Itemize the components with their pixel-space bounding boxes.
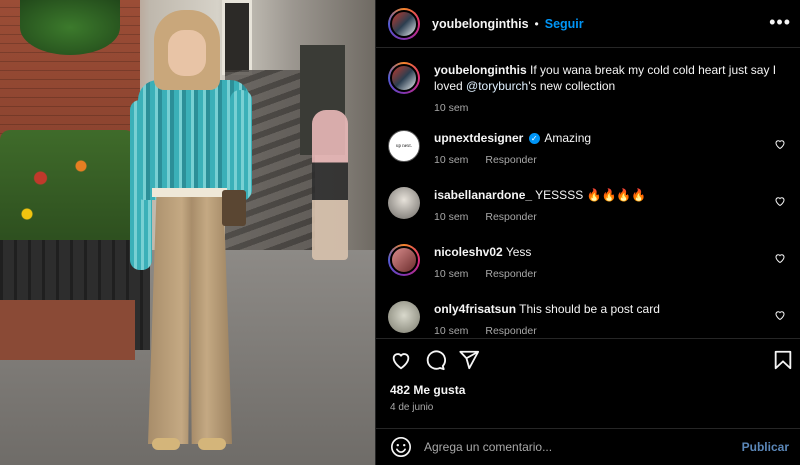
comment-username[interactable]: only4frisatsun xyxy=(434,302,516,316)
comment-meta: 10 sem Responder xyxy=(434,211,764,223)
comments-list[interactable]: youbelonginthis If you wana break my col… xyxy=(376,48,800,338)
comment-text: nicoleshv02 Yess xyxy=(434,244,764,260)
comment-input[interactable] xyxy=(424,440,724,454)
caption-mention[interactable]: @toryburch xyxy=(466,79,528,93)
comment-body: YESSSS 🔥🔥🔥🔥 xyxy=(535,188,647,202)
like-comment-heart-icon[interactable] xyxy=(774,195,786,207)
comment-avatar[interactable]: up next. xyxy=(388,130,420,162)
person-face xyxy=(168,30,206,76)
person-right-arm xyxy=(230,90,252,200)
verified-badge-icon: ✓ xyxy=(528,133,540,145)
post-header: youbelonginthis • Seguir ••• xyxy=(376,0,800,48)
comment-meta: 10 sem Responder xyxy=(434,325,764,337)
reply-button[interactable]: Responder xyxy=(485,211,536,223)
caption-username[interactable]: youbelonginthis xyxy=(434,63,527,77)
comment-avatar[interactable] xyxy=(388,187,420,219)
more-options-icon[interactable]: ••• xyxy=(769,12,791,32)
publish-button[interactable]: Publicar xyxy=(742,440,789,454)
comment-composer: Publicar xyxy=(376,428,800,465)
comment-row: nicoleshv02 Yess 10 sem Responder xyxy=(388,244,798,280)
flower-planter xyxy=(0,130,135,250)
caption-time[interactable]: 10 sem xyxy=(434,102,468,114)
emoji-icon[interactable] xyxy=(390,436,412,458)
comment-text: isabellanardone_ YESSSS 🔥🔥🔥🔥 xyxy=(434,187,764,203)
person-right-shoe xyxy=(198,438,226,450)
caption-row: youbelonginthis If you wana break my col… xyxy=(388,62,798,114)
author-avatar[interactable] xyxy=(388,7,420,40)
reply-button[interactable]: Responder xyxy=(485,268,536,280)
reply-button[interactable]: Responder xyxy=(485,154,536,166)
post-side-panel: youbelonginthis • Seguir ••• youbelongin… xyxy=(375,0,800,465)
comment-text: only4frisatsun This should be a post car… xyxy=(434,301,764,317)
comment-username[interactable]: upnextdesigner xyxy=(434,131,523,145)
comment-time[interactable]: 10 sem xyxy=(434,211,468,223)
avatar-logo-text: up next. xyxy=(395,143,413,149)
comment-body: Amazing xyxy=(544,131,592,145)
person-bag xyxy=(222,190,246,226)
comment-username[interactable]: nicoleshv02 xyxy=(434,245,503,259)
person-left-shoe xyxy=(152,438,180,450)
comment-meta: 10 sem Responder xyxy=(434,268,764,280)
main-person xyxy=(130,10,255,460)
post-actions-bar xyxy=(376,338,800,378)
likes-count[interactable]: 482 Me gusta xyxy=(390,383,465,397)
save-bookmark-icon[interactable] xyxy=(772,349,794,371)
comment-username[interactable]: isabellanardone_ xyxy=(434,188,532,202)
comment-body: Yess xyxy=(505,245,532,259)
post-photo[interactable] xyxy=(0,0,375,465)
follow-button[interactable]: Seguir xyxy=(545,17,584,31)
comment-row: up next. upnextdesigner ✓ Amazing 10 sem… xyxy=(388,130,798,166)
caption-avatar[interactable] xyxy=(388,62,420,94)
like-comment-heart-icon[interactable] xyxy=(774,309,786,321)
planter-wall xyxy=(0,300,135,360)
comment-body: This should be a post card xyxy=(519,302,660,316)
person-belt xyxy=(152,188,227,197)
reply-button[interactable]: Responder xyxy=(485,325,536,337)
like-heart-icon[interactable] xyxy=(390,349,412,371)
comment-avatar[interactable] xyxy=(388,301,420,333)
comment-text: upnextdesigner ✓ Amazing xyxy=(434,130,764,146)
caption-meta: 10 sem xyxy=(434,102,794,114)
comment-row: only4frisatsun This should be a post car… xyxy=(388,301,798,337)
comment-time[interactable]: 10 sem xyxy=(434,268,468,280)
like-comment-heart-icon[interactable] xyxy=(774,252,786,264)
comment-bubble-icon[interactable] xyxy=(424,349,446,371)
person-pants xyxy=(148,196,232,444)
ivy-plants xyxy=(20,0,120,55)
comment-time[interactable]: 10 sem xyxy=(434,154,468,166)
caption-text: youbelonginthis If you wana break my col… xyxy=(434,62,794,94)
share-paper-plane-icon[interactable] xyxy=(458,349,480,371)
author-username[interactable]: youbelonginthis xyxy=(432,17,529,31)
comment-row: isabellanardone_ YESSSS 🔥🔥🔥🔥 10 sem Resp… xyxy=(388,187,798,223)
comment-meta: 10 sem Responder xyxy=(434,154,764,166)
like-comment-heart-icon[interactable] xyxy=(774,138,786,150)
post-date[interactable]: 4 de junio xyxy=(390,402,433,413)
comment-avatar[interactable] xyxy=(388,244,420,276)
background-person xyxy=(312,110,348,260)
separator-dot: • xyxy=(534,16,539,31)
caption-body-2: 's new collection xyxy=(528,79,616,93)
comment-time[interactable]: 10 sem xyxy=(434,325,468,337)
